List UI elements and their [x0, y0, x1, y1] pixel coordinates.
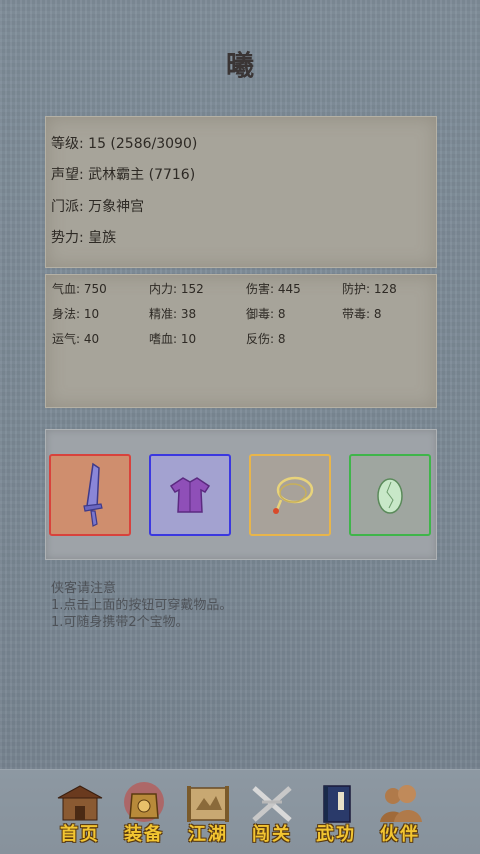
stat-defense: 防护: 128 — [342, 282, 397, 296]
necklace-icon — [273, 476, 314, 514]
faction-text: 势力: 皇族 — [51, 230, 117, 246]
sword-icon — [83, 462, 103, 527]
nav-challenge-button[interactable]: 闯关 — [242, 780, 302, 846]
stat-reflect: 反伤: 8 — [246, 332, 286, 346]
nav-jianghu-label: 江湖 — [188, 824, 228, 845]
reputation-text: 声望: 武林霸主 (7716) — [51, 167, 196, 183]
level-text: 等级: 15 (2586/3090) — [51, 136, 198, 152]
nav-jianghu-button[interactable]: 江湖 — [178, 780, 238, 846]
stat-luck: 运气: 40 — [52, 332, 100, 346]
character-info-panel: 等级: 15 (2586/3090) 声望: 武林霸主 (7716) 门派: 万… — [45, 116, 437, 268]
nav-martial-arts-label: 武功 — [316, 824, 356, 845]
stat-lifesteal: 嗜血: 10 — [149, 332, 197, 346]
stat-poison-resist: 御毒: 8 — [246, 307, 286, 321]
jade-icon — [377, 478, 403, 514]
nav-home-button[interactable]: 首页 — [50, 780, 110, 846]
equipment-slot-armor[interactable] — [149, 454, 231, 536]
stat-damage: 伤害: 445 — [246, 282, 301, 296]
nav-home-label: 首页 — [60, 824, 100, 845]
nav-equipment-label: 装备 — [124, 824, 164, 845]
stat-accuracy: 精准: 38 — [149, 307, 197, 321]
robe-icon — [169, 477, 211, 513]
equipment-slot-necklace[interactable] — [249, 454, 331, 536]
stat-poison: 带毒: 8 — [342, 307, 382, 321]
nav-equipment-button[interactable]: 装备 — [114, 780, 174, 846]
attributes-panel: 气血: 750 内力: 152 伤害: 445 防护: 128 身法: 10 精… — [45, 274, 437, 408]
sect-text: 门派: 万象神宫 — [51, 199, 145, 215]
nav-martial-arts-button[interactable]: 武功 — [306, 780, 366, 846]
bottom-nav: 首页 装备 江湖 闯关 武功 伙伴 — [0, 769, 480, 854]
stat-internal-power: 内力: 152 — [149, 282, 204, 296]
nav-challenge-label: 闯关 — [252, 824, 292, 845]
notice-line-1: 1.点击上面的按钮可穿戴物品。 — [51, 598, 233, 613]
equipment-slot-treasure[interactable] — [349, 454, 431, 536]
notice-heading: 侠客请注意 — [51, 581, 117, 596]
nav-partners-label: 伙伴 — [380, 824, 420, 845]
nav-partners-button[interactable]: 伙伴 — [370, 780, 430, 846]
page-title: 曦 — [225, 49, 254, 82]
notice-line-2: 1.可随身携带2个宝物。 — [51, 615, 189, 630]
notice-text: 侠客请注意 1.点击上面的按钮可穿戴物品。 1.可随身携带2个宝物。 — [51, 580, 232, 631]
stat-hp: 气血: 750 — [52, 282, 107, 296]
equipment-slot-weapon[interactable] — [49, 454, 131, 536]
equipment-panel — [45, 429, 437, 560]
stat-agility: 身法: 10 — [52, 307, 100, 321]
